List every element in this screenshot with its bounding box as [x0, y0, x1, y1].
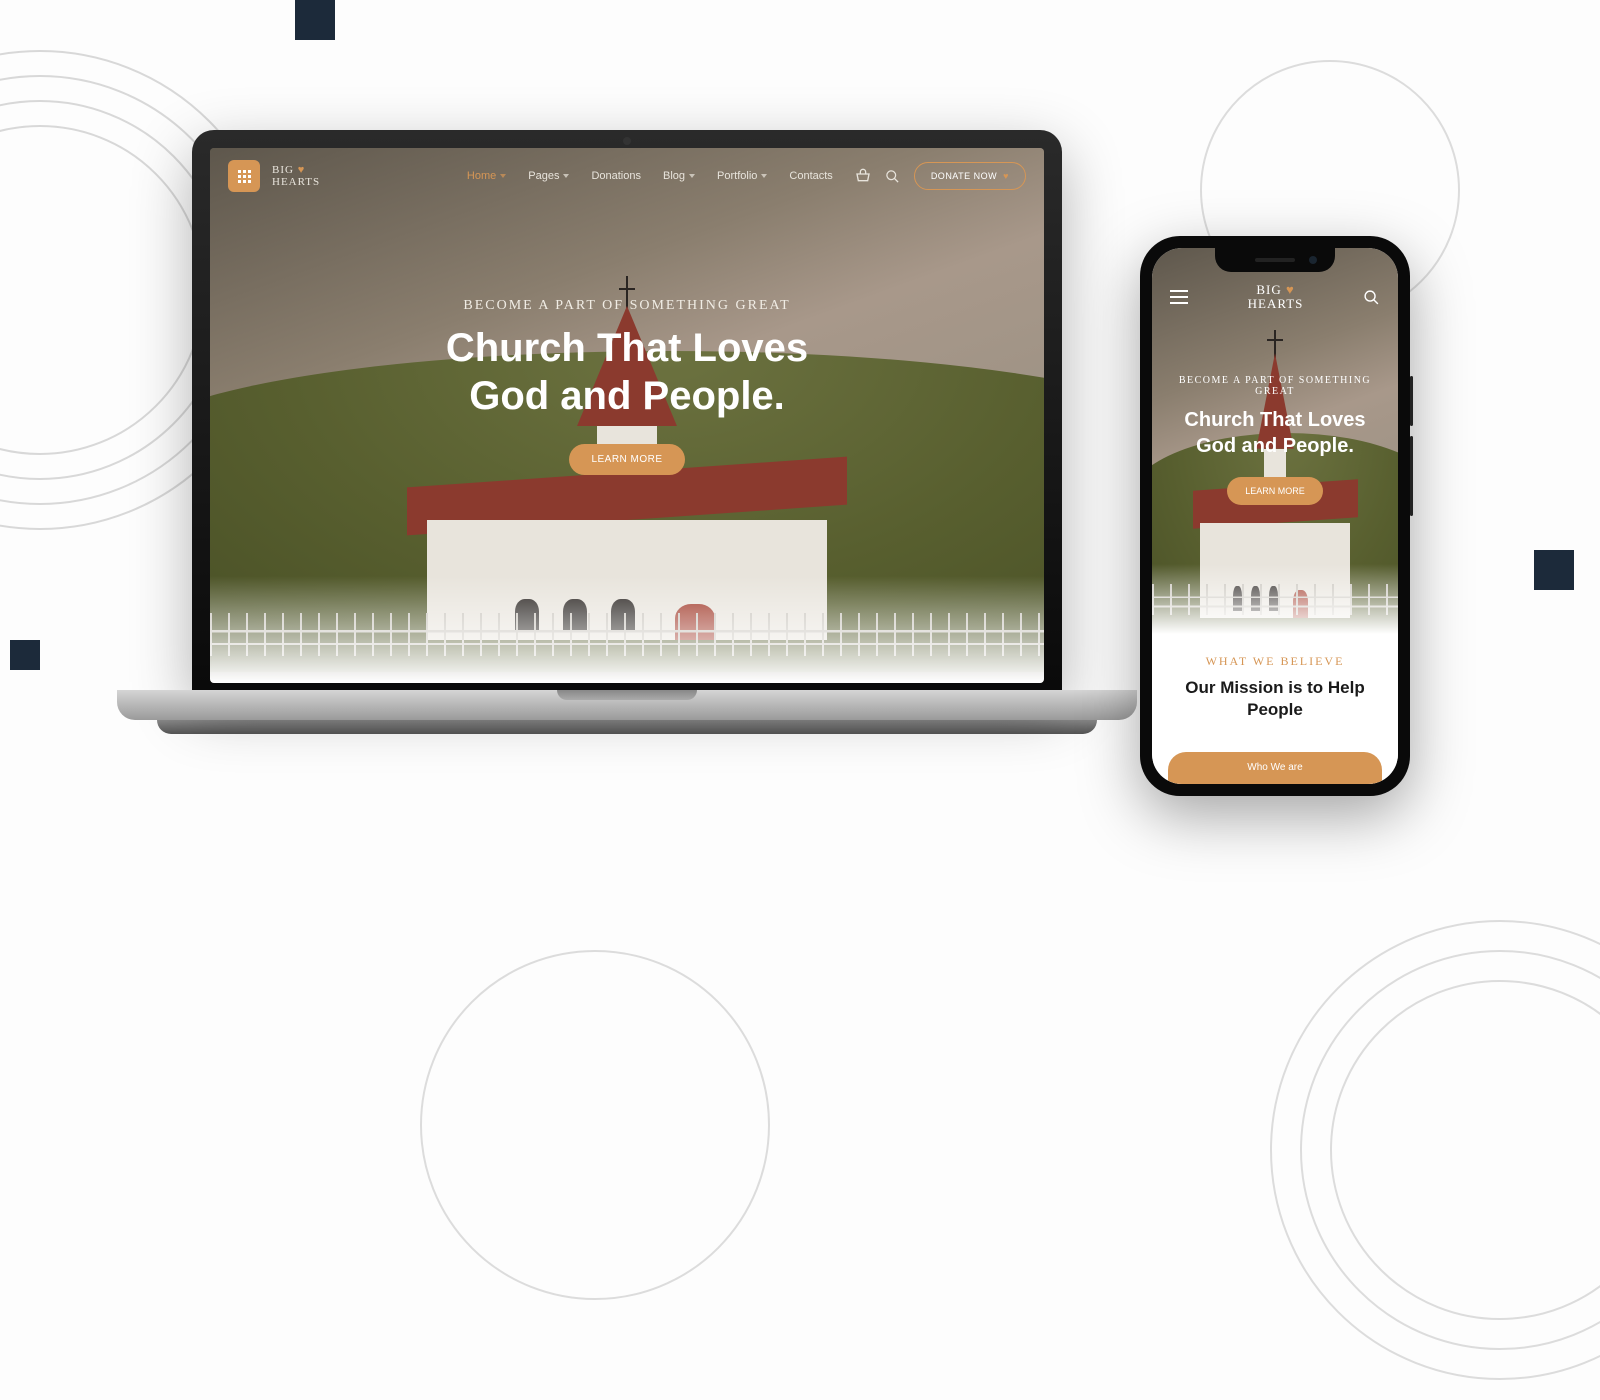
search-icon [885, 169, 900, 184]
laptop-mockup: BIG ♥ HEARTS Home Pages Donations [192, 130, 1062, 734]
laptop-screen: BIG ♥ HEARTS Home Pages Donations [210, 148, 1044, 683]
bg-circle-bottom-left [420, 950, 770, 1300]
hero-title-line1: Church That Loves [1184, 409, 1365, 431]
laptop-base [117, 690, 1137, 720]
nav-item-portfolio[interactable]: Portfolio [717, 170, 767, 182]
hero-title-line1: Church That Loves [446, 326, 808, 370]
hamburger-menu-button[interactable] [1170, 290, 1188, 304]
nav-item-contacts[interactable]: Contacts [789, 170, 832, 182]
hero-eyebrow: BECOME A PART OF SOMETHING GREAT [210, 298, 1044, 314]
phone-mission-section: WHAT WE BELIEVE Our Mission is to Help P… [1152, 634, 1398, 784]
phone-speaker [1255, 258, 1295, 262]
nav-icons: DONATE NOW ♥ [855, 162, 1026, 190]
learn-more-button[interactable]: LEARN MORE [569, 444, 684, 475]
phone-hero: BIG ♥ HEARTS BECOME A PART OF SOMETHING … [1152, 248, 1398, 634]
brand-logo[interactable]: BIG ♥ HEARTS [272, 164, 320, 188]
phone-screen: BIG ♥ HEARTS BECOME A PART OF SOMETHING … [1152, 248, 1398, 784]
heart-icon: ♥ [1003, 171, 1009, 181]
hero-title: Church That Loves God and People. [210, 324, 1044, 420]
nav-item-donations[interactable]: Donations [591, 170, 641, 182]
brand-line2: HEARTS [272, 176, 320, 188]
phone-side-button [1410, 436, 1413, 516]
menu-grid-button[interactable] [228, 160, 260, 192]
nav-label: Donations [591, 170, 641, 182]
phone-notch [1215, 248, 1335, 272]
who-we-are-tab[interactable]: Who We are [1168, 752, 1382, 784]
laptop-hinge-notch [557, 690, 697, 700]
phone-side-button [1410, 376, 1413, 426]
hero-title: Church That Loves God and People. [1166, 407, 1384, 459]
nav-item-blog[interactable]: Blog [663, 170, 695, 182]
nav-label: Pages [528, 170, 559, 182]
bg-circles-bottom-right [1270, 920, 1600, 1400]
brand-line1: BIG [272, 164, 294, 176]
hamburger-icon [1170, 290, 1188, 292]
hero-fade [210, 576, 1044, 683]
brand-logo[interactable]: BIG ♥ HEARTS [1248, 283, 1304, 312]
hero-title-line2: God and People. [469, 374, 785, 418]
brand-line1: BIG [1256, 282, 1281, 297]
basket-icon [855, 168, 871, 184]
section-eyebrow: WHAT WE BELIEVE [1172, 654, 1378, 669]
nav-item-pages[interactable]: Pages [528, 170, 569, 182]
bg-square [10, 640, 40, 670]
navbar: BIG ♥ HEARTS Home Pages Donations [210, 148, 1044, 204]
section-title-line2: People [1247, 700, 1303, 719]
search-button[interactable] [1363, 289, 1380, 306]
nav-item-home[interactable]: Home [467, 170, 506, 182]
search-icon [1363, 289, 1380, 306]
grid-icon [238, 170, 251, 183]
bg-square [295, 0, 335, 40]
laptop-foot [157, 720, 1097, 734]
heart-icon: ♥ [1286, 282, 1295, 297]
bg-square [1534, 550, 1574, 590]
chevron-down-icon [563, 174, 569, 178]
cart-button[interactable] [855, 168, 871, 184]
laptop-frame: BIG ♥ HEARTS Home Pages Donations [192, 130, 1062, 690]
section-title-line1: Our Mission is to Help [1185, 678, 1364, 697]
nav-label: Portfolio [717, 170, 757, 182]
laptop-camera-icon [623, 137, 631, 145]
chevron-down-icon [689, 174, 695, 178]
nav-menu: Home Pages Donations Blog [467, 170, 833, 182]
heart-icon: ♥ [298, 164, 306, 176]
section-title: Our Mission is to Help People [1172, 677, 1378, 721]
nav-label: Blog [663, 170, 685, 182]
hero-title-line2: God and People. [1196, 435, 1354, 457]
learn-more-button[interactable]: LEARN MORE [1227, 477, 1323, 505]
chevron-down-icon [761, 174, 767, 178]
brand-line2: HEARTS [1248, 296, 1304, 311]
phone-mockup: BIG ♥ HEARTS BECOME A PART OF SOMETHING … [1140, 236, 1410, 796]
search-button[interactable] [885, 169, 900, 184]
phone-camera-icon [1309, 256, 1317, 264]
phone-hero-content: BECOME A PART OF SOMETHING GREAT Church … [1152, 375, 1398, 505]
hero-eyebrow: BECOME A PART OF SOMETHING GREAT [1166, 375, 1384, 397]
nav-label: Home [467, 170, 496, 182]
donate-button[interactable]: DONATE NOW ♥ [914, 162, 1026, 190]
hero-content: BECOME A PART OF SOMETHING GREAT Church … [210, 298, 1044, 475]
nav-label: Contacts [789, 170, 832, 182]
donate-label: DONATE NOW [931, 171, 997, 181]
hero-fade [1152, 564, 1398, 633]
chevron-down-icon [500, 174, 506, 178]
